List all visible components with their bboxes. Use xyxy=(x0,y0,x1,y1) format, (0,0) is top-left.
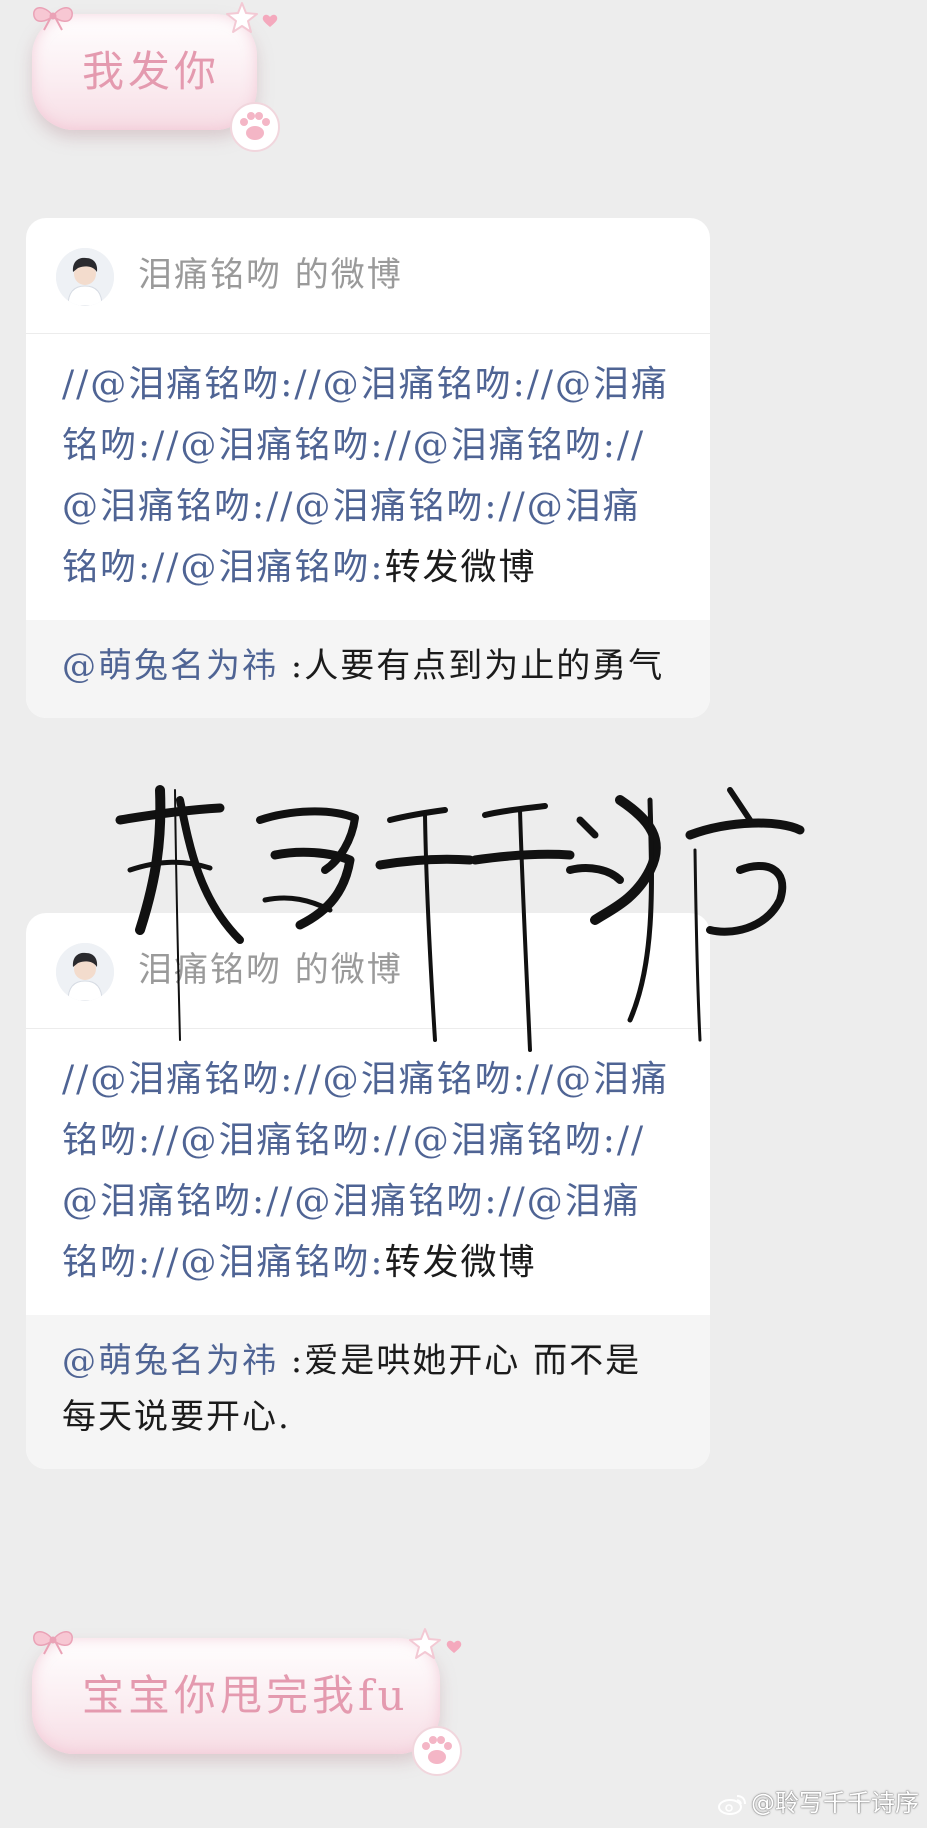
mention-link[interactable]: //@泪痛铭吻: xyxy=(152,1120,384,1161)
card-title: 泪痛铭吻 的微博 xyxy=(138,255,403,295)
repost-text: 转发微博 xyxy=(384,547,537,588)
mention-link[interactable]: //@泪痛铭吻: xyxy=(266,1181,498,1222)
star-icon xyxy=(226,2,258,33)
original-post[interactable]: @萌兔名为祎 :人要有点到为止的勇气 xyxy=(26,620,710,718)
bow-icon xyxy=(33,1631,73,1655)
card-header[interactable]: 泪痛铭吻 的微博 xyxy=(26,218,710,334)
mention-link[interactable]: //@泪痛铭吻: xyxy=(385,1120,617,1161)
original-author[interactable]: @萌兔名为祎 xyxy=(62,646,278,686)
card-title: 泪痛铭吻 的微博 xyxy=(138,950,403,990)
paw-icon xyxy=(230,102,280,152)
bow-icon xyxy=(33,7,73,31)
heart-icon xyxy=(262,14,278,27)
mention-link[interactable]: //@泪痛铭吻: xyxy=(294,364,526,405)
sticker-bubble-bottom[interactable]: 宝宝你甩完我fu xyxy=(32,1638,440,1754)
repost-chain: //@泪痛铭吻://@泪痛铭吻://@泪痛铭吻://@泪痛铭吻://@泪痛铭吻:… xyxy=(26,334,710,620)
mention-link[interactable]: //@泪痛铭吻: xyxy=(152,1242,384,1283)
card-header[interactable]: 泪痛铭吻 的微博 xyxy=(26,913,710,1029)
repost-card-1[interactable]: 泪痛铭吻 的微博 //@泪痛铭吻://@泪痛铭吻://@泪痛铭吻://@泪痛铭吻… xyxy=(26,218,710,718)
original-text: :人要有点到为止的勇气 xyxy=(278,646,665,686)
repost-text: 转发微博 xyxy=(384,1242,537,1283)
mention-link[interactable]: //@泪痛铭吻: xyxy=(385,425,617,466)
weibo-icon xyxy=(718,1795,746,1815)
mention-link[interactable]: //@泪痛铭吻: xyxy=(62,364,294,405)
original-post[interactable]: @萌兔名为祎 :爱是哄她开心 而不是每天说要开心. xyxy=(26,1315,710,1469)
original-author[interactable]: @萌兔名为祎 xyxy=(62,1341,278,1381)
avatar-image xyxy=(56,943,114,1001)
repost-chain: //@泪痛铭吻://@泪痛铭吻://@泪痛铭吻://@泪痛铭吻://@泪痛铭吻:… xyxy=(26,1029,710,1315)
mention-link[interactable]: //@泪痛铭吻: xyxy=(152,425,384,466)
watermark: @聆写千千诗序 xyxy=(717,1786,919,1820)
heart-icon xyxy=(446,1640,462,1653)
star-icon xyxy=(409,1628,441,1659)
mention-link[interactable]: //@泪痛铭吻: xyxy=(62,1059,294,1100)
avatar-image xyxy=(56,248,114,306)
paw-icon xyxy=(412,1726,462,1776)
repost-card-2[interactable]: 泪痛铭吻 的微博 //@泪痛铭吻://@泪痛铭吻://@泪痛铭吻://@泪痛铭吻… xyxy=(26,913,710,1469)
sticker-bubble-text: 宝宝你甩完我fu xyxy=(82,1671,409,1720)
avatar[interactable] xyxy=(56,943,114,1001)
avatar[interactable] xyxy=(56,248,114,306)
sticker-bubble-text: 我发你 xyxy=(82,47,221,96)
mention-link[interactable]: //@泪痛铭吻: xyxy=(152,547,384,588)
mention-link[interactable]: //@泪痛铭吻: xyxy=(294,1059,526,1100)
watermark-text: @聆写千千诗序 xyxy=(751,1789,919,1817)
mention-link[interactable]: //@泪痛铭吻: xyxy=(266,486,498,527)
